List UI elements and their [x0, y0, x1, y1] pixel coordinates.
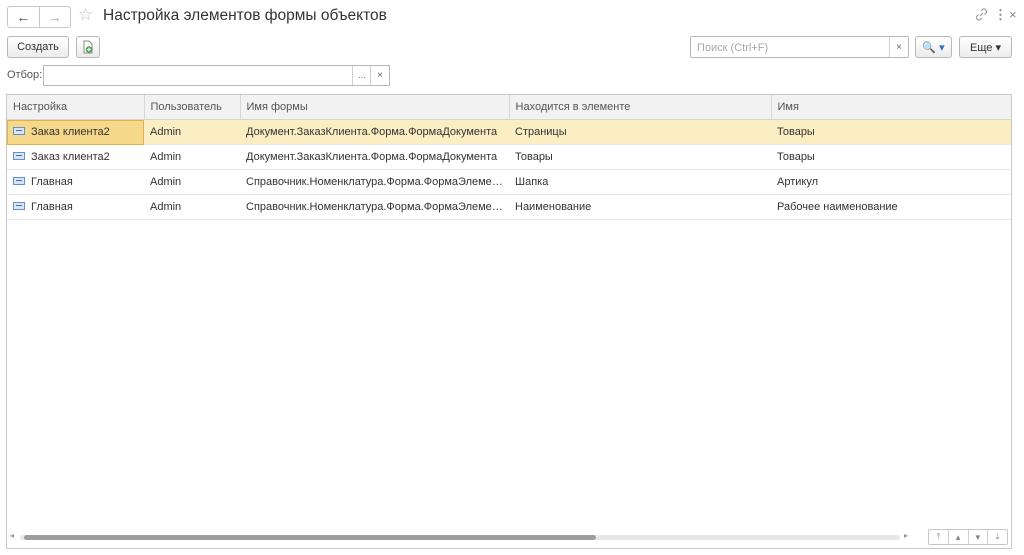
- column-header-form-name[interactable]: Имя формы: [240, 95, 510, 120]
- column-header-setting[interactable]: Настройка: [7, 95, 145, 120]
- cell-located-in[interactable]: Шапка: [509, 169, 771, 195]
- cell-name[interactable]: Товары: [771, 144, 1011, 170]
- column-header-user[interactable]: Пользователь: [144, 95, 241, 120]
- cell-name[interactable]: Рабочее наименование: [771, 194, 1011, 220]
- forward-button[interactable]: →: [38, 7, 71, 27]
- cell-user[interactable]: Admin: [144, 144, 240, 170]
- cell-text: Заказ клиента2: [31, 151, 110, 163]
- cell-located-in[interactable]: Страницы: [509, 119, 771, 145]
- cell-setting[interactable]: Главная: [7, 169, 144, 195]
- page-title: Настройка элементов формы объектов: [103, 7, 387, 24]
- link-icon[interactable]: [975, 8, 988, 24]
- create-button[interactable]: Создать: [7, 36, 69, 58]
- scroll-thumb[interactable]: [24, 535, 596, 540]
- table-row[interactable]: Главная Admin Справочник.Номенклатура.Фо…: [7, 194, 1011, 220]
- cell-setting[interactable]: Главная: [7, 194, 144, 220]
- cell-user[interactable]: Admin: [144, 194, 240, 220]
- cell-text: Заказ клиента2: [31, 126, 110, 138]
- cell-user[interactable]: Admin: [144, 169, 240, 195]
- table-header: Настройка Пользователь Имя формы Находит…: [7, 95, 1011, 120]
- cell-located-in[interactable]: Наименование: [509, 194, 771, 220]
- search-button[interactable]: 🔍 ▾: [915, 36, 952, 58]
- cell-user[interactable]: Admin: [144, 119, 240, 145]
- more-menu-icon[interactable]: ⋮: [994, 7, 1007, 23]
- settings-table[interactable]: Настройка Пользователь Имя формы Находит…: [6, 94, 1012, 549]
- cell-form-name[interactable]: Справочник.Номенклатура.Форма.ФормаЭлеме…: [240, 194, 509, 220]
- setting-record-icon: [13, 152, 25, 161]
- scroll-right-icon[interactable]: ▸: [904, 531, 908, 540]
- cell-text: Главная: [31, 176, 73, 188]
- table-row[interactable]: Главная Admin Справочник.Номенклатура.Фо…: [7, 169, 1011, 195]
- cell-name[interactable]: Артикул: [771, 169, 1011, 195]
- go-down-icon[interactable]: ▼: [967, 530, 988, 544]
- go-last-icon[interactable]: ⤓: [987, 530, 1007, 544]
- go-first-icon[interactable]: ⤒: [929, 530, 948, 544]
- column-header-located-in[interactable]: Находится в элементе: [509, 95, 772, 120]
- history-navigation: ← →: [7, 6, 71, 28]
- cell-text: Главная: [31, 201, 73, 213]
- go-up-icon[interactable]: ▲: [947, 530, 968, 544]
- cell-form-name[interactable]: Справочник.Номенклатура.Форма.ФормаЭлеме…: [240, 169, 509, 195]
- close-icon[interactable]: ×: [1009, 7, 1017, 22]
- filter-select-button[interactable]: ...: [352, 66, 371, 85]
- setting-record-icon: [13, 202, 25, 211]
- cell-form-name[interactable]: Документ.ЗаказКлиента.Форма.ФормаДокумен…: [240, 144, 509, 170]
- horizontal-scrollbar[interactable]: ◂ ▸: [8, 531, 914, 543]
- setting-record-icon: [13, 177, 25, 186]
- cell-setting[interactable]: Заказ клиента2: [7, 144, 144, 170]
- more-button[interactable]: Еще ▾: [959, 36, 1012, 58]
- scroll-left-icon[interactable]: ◂: [10, 531, 14, 540]
- search-clear-button[interactable]: ×: [889, 37, 908, 57]
- filter-clear-button[interactable]: ×: [370, 66, 389, 85]
- table-row[interactable]: Заказ клиента2 Admin Документ.ЗаказКлиен…: [7, 144, 1011, 170]
- cell-name[interactable]: Товары: [771, 119, 1011, 145]
- filter-field[interactable]: ... ×: [43, 65, 390, 86]
- row-navigation: ⤒ ▲ ▼ ⤓: [928, 529, 1008, 545]
- cell-located-in[interactable]: Товары: [509, 144, 771, 170]
- search-field[interactable]: ×: [690, 36, 909, 58]
- setting-record-icon: [13, 127, 25, 136]
- document-add-icon: [83, 40, 93, 54]
- search-input[interactable]: [695, 38, 879, 58]
- filter-label: Отбор:: [7, 69, 43, 81]
- favorite-star-icon[interactable]: ☆: [78, 5, 93, 25]
- column-header-name[interactable]: Имя: [771, 95, 1011, 120]
- copy-create-button[interactable]: [76, 36, 100, 58]
- cell-form-name[interactable]: Документ.ЗаказКлиента.Форма.ФормаДокумен…: [240, 119, 509, 145]
- table-row[interactable]: Заказ клиента2 Admin Документ.ЗаказКлиен…: [7, 119, 1011, 145]
- back-button[interactable]: ←: [8, 7, 39, 27]
- cell-setting[interactable]: Заказ клиента2: [7, 119, 144, 145]
